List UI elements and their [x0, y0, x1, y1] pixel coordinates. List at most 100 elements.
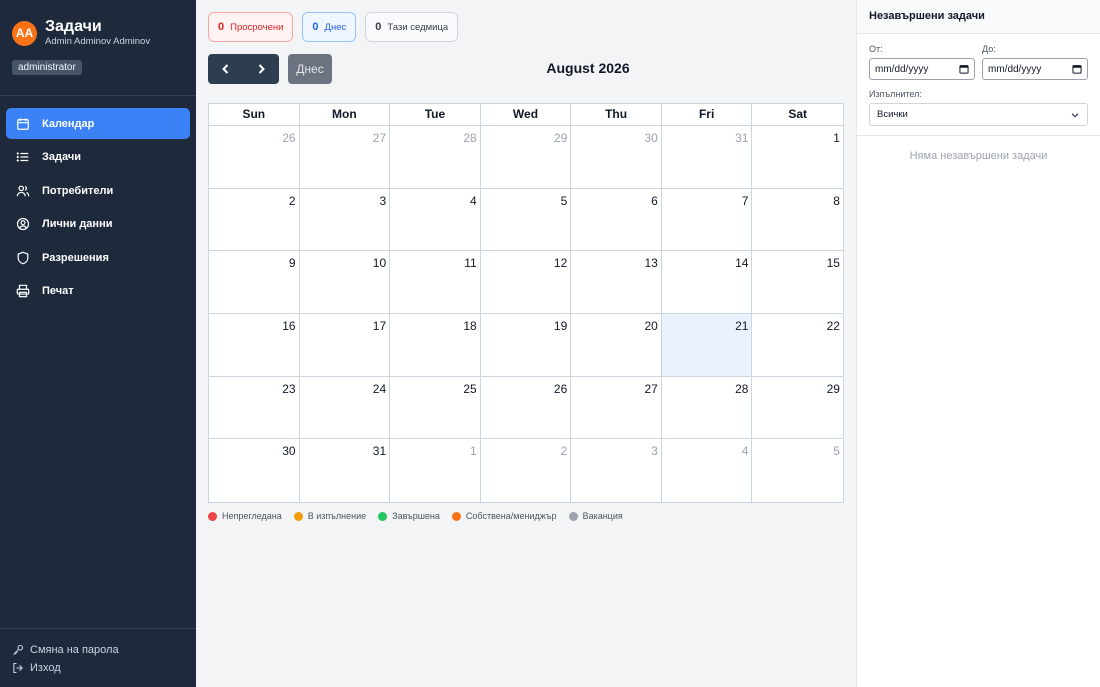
legend-item: Завършена — [378, 511, 440, 521]
calendar-day[interactable]: 8 — [752, 189, 843, 252]
calendar-day[interactable]: 14 — [661, 251, 753, 315]
calendar-day[interactable]: 7 — [661, 188, 753, 252]
legend-dot — [208, 511, 217, 521]
calendar-icon — [959, 65, 969, 74]
calendar-icon — [1072, 65, 1082, 74]
calendar-day[interactable]: 26 — [209, 126, 300, 189]
calendar-day[interactable]: 23 — [209, 376, 300, 440]
calendar-day[interactable]: 17 — [299, 314, 391, 377]
calendar-day[interactable]: 5 — [752, 439, 843, 502]
sidebar-item-users[interactable]: Потребители — [6, 175, 190, 206]
sidebar-item-tasks[interactable]: Задачи — [6, 142, 190, 173]
calendar-day[interactable]: 2 — [481, 439, 572, 503]
sidebar-item-personal-data[interactable]: Лични данни — [6, 209, 190, 240]
calendar-icon — [16, 117, 30, 131]
calendar-day[interactable]: 28 — [390, 126, 481, 189]
to-date-value: mm/dd/yyyy — [988, 63, 1042, 75]
calendar-day[interactable]: 3 — [571, 439, 662, 503]
calendar-day[interactable]: 13 — [571, 251, 662, 315]
empty-state: Няма незавършени задачи — [909, 150, 1048, 162]
list-icon — [16, 150, 30, 164]
calendar-day[interactable]: 29 — [752, 377, 843, 440]
legend-label: Ваканция — [582, 511, 623, 521]
calendar-day[interactable]: 5 — [480, 188, 572, 252]
calendar-day[interactable]: 22 — [752, 314, 843, 377]
legend-dot — [293, 511, 303, 521]
calendar-day[interactable]: 25 — [390, 376, 481, 440]
change-password-link[interactable]: Смяна на парола — [12, 641, 184, 659]
weekday-label: Thu — [571, 104, 662, 126]
calendar-day[interactable]: 30 — [209, 439, 300, 503]
next-month-button[interactable] — [243, 54, 279, 84]
assignee-label: Изпълнител: — [869, 89, 922, 99]
app-title: Задачи — [45, 18, 102, 35]
calendar-day[interactable]: 6 — [571, 188, 662, 252]
shield-icon — [16, 251, 30, 265]
legend-dot — [451, 511, 461, 521]
task-filters: От: mm/dd/yyyy До: mm/dd/yyyy Изпълнител… — [857, 34, 1100, 136]
legend-item: Собствена/мениджър — [451, 511, 557, 521]
week-badge[interactable]: 0 Тази седмица — [365, 12, 459, 42]
today-button[interactable]: Днес — [288, 54, 332, 84]
calendar-day[interactable]: 19 — [480, 314, 572, 377]
legend-item: Непрегледана — [208, 511, 282, 521]
to-label: До: — [982, 44, 996, 54]
to-date-input[interactable]: mm/dd/yyyy — [982, 58, 1088, 80]
month-calendar: Sun Mon Tue Wed Thu Fri Sat 26 27 28 29 30 31 1 2 3 4 5 6… — [208, 103, 844, 504]
sidebar-item-calendar[interactable]: Календар — [6, 108, 190, 139]
weekday-label: Sun — [209, 104, 300, 126]
legend-item: В изпълнение — [293, 511, 366, 521]
sidebar-item-label: Печат — [42, 285, 74, 297]
calendar-day[interactable]: 3 — [299, 188, 391, 252]
calendar-day[interactable]: 16 — [209, 314, 300, 377]
sidebar-item-print[interactable]: Печат — [6, 276, 190, 307]
from-date-input[interactable]: mm/dd/yyyy — [869, 58, 975, 80]
legend-dot — [378, 511, 388, 521]
legend-label: Завършена — [392, 511, 440, 521]
calendar-day[interactable]: 12 — [480, 251, 572, 315]
from-date-value: mm/dd/yyyy — [875, 63, 929, 75]
assignee-select[interactable]: Всички — [869, 103, 1088, 126]
user-name: Admin Adminov Adminov — [45, 36, 151, 47]
role-badge: administrator — [12, 60, 82, 75]
calendar-day[interactable]: 30 — [571, 126, 662, 189]
today-label: Днес — [324, 21, 347, 33]
chevron-left-icon — [222, 64, 229, 74]
today-badge[interactable]: 0 Днес — [302, 12, 357, 42]
calendar-day[interactable]: 9 — [209, 251, 300, 315]
calendar-day[interactable]: 1 — [390, 439, 481, 503]
calendar-day[interactable]: 18 — [390, 314, 481, 377]
calendar-day-today[interactable]: 21 — [661, 314, 753, 377]
users-icon — [16, 184, 30, 198]
calendar-day[interactable]: 26 — [480, 376, 572, 440]
calendar-day[interactable]: 2 — [209, 188, 300, 252]
weekday-label: Wed — [480, 104, 572, 126]
calendar-day[interactable]: 10 — [299, 251, 391, 315]
sidebar-nav: Календар Задачи Потребители Лични данни … — [0, 96, 196, 307]
calendar-day[interactable]: 24 — [299, 376, 391, 440]
overdue-badge[interactable]: 0 Просрочени — [208, 12, 294, 42]
calendar-day[interactable]: 4 — [662, 439, 753, 503]
sidebar-item-permissions[interactable]: Разрешения — [6, 242, 190, 273]
today-count: 0 — [312, 21, 319, 33]
week-label: Тази седмица — [387, 21, 449, 33]
legend-label: Собствена/мениджър — [465, 511, 557, 521]
calendar-day[interactable]: 15 — [752, 251, 843, 315]
calendar-day[interactable]: 11 — [390, 251, 481, 315]
sidebar-item-label: Потребители — [42, 184, 114, 197]
calendar-day[interactable]: 28 — [661, 376, 753, 440]
summary-badges: 0 Просрочени 0 Днес 0 Тази седмица — [208, 12, 459, 42]
calendar-day[interactable]: 4 — [390, 188, 481, 252]
sidebar-item-label: Лични данни — [42, 218, 113, 230]
calendar-day[interactable]: 31 — [661, 126, 753, 189]
calendar-day[interactable]: 29 — [480, 126, 572, 189]
weekday-label: Fri — [661, 104, 753, 126]
calendar-day[interactable]: 31 — [300, 439, 391, 503]
prev-month-button[interactable] — [208, 54, 244, 84]
calendar-day[interactable]: 27 — [299, 126, 391, 189]
logout-link[interactable]: Изход — [12, 659, 184, 677]
logout-label: Изход — [30, 662, 61, 674]
calendar-day[interactable]: 27 — [571, 376, 662, 440]
calendar-day[interactable]: 1 — [752, 126, 843, 189]
calendar-day[interactable]: 20 — [571, 314, 662, 377]
